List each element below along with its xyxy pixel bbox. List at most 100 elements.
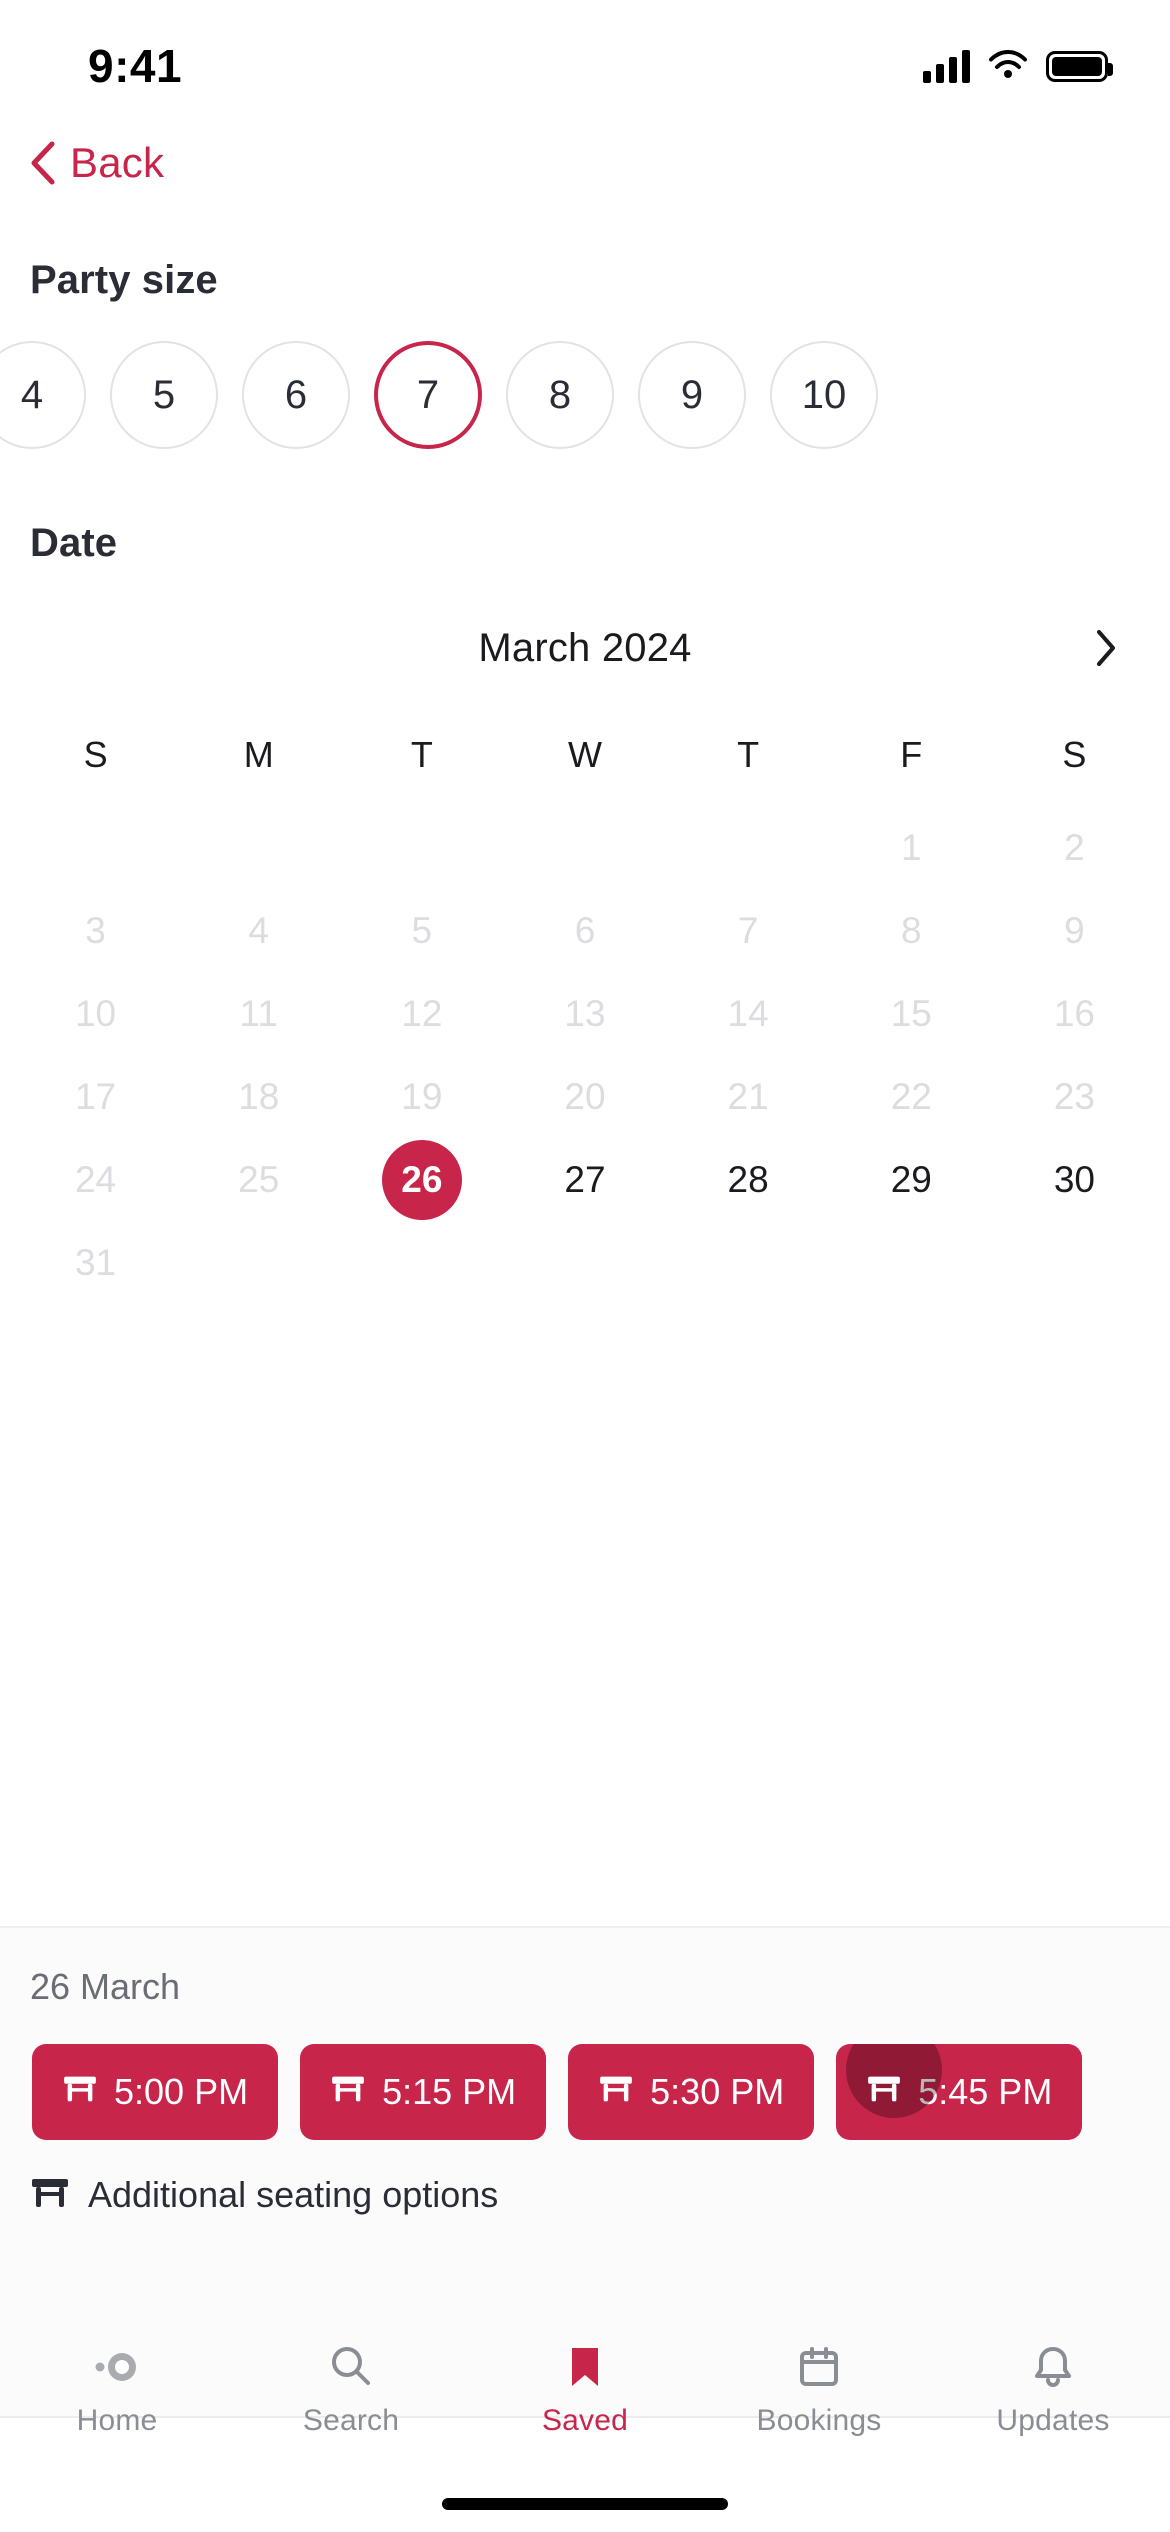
calendar-weekday-row: S M T W T F S (14, 734, 1156, 776)
calendar-day-label: 25 (238, 1158, 280, 1200)
calendar-day-26[interactable]: 26 (340, 1138, 503, 1221)
calendar-day-20: 20 (503, 1055, 666, 1138)
party-size-option-5[interactable]: 5 (110, 341, 218, 449)
back-label: Back (70, 139, 165, 186)
calendar-day-label: 1 (900, 826, 922, 868)
party-size-option-9[interactable]: 9 (638, 341, 746, 449)
tab-home[interactable]: Home (0, 2340, 234, 2438)
bottom-tab-bar: Home Search Saved Bookings Updates (0, 2347, 1170, 2532)
calendar-day-9: 9 (993, 889, 1156, 972)
calendar-day-15: 15 (830, 972, 993, 1055)
time-slot-button[interactable]: 5:15 PM (300, 2044, 547, 2140)
party-size-option-7[interactable]: 7 (374, 341, 482, 449)
weekday-label: W (568, 734, 602, 775)
calendar-day-label (56, 808, 136, 888)
calendar-day-empty (340, 1221, 503, 1304)
calendar-day-label: 16 (1053, 992, 1095, 1034)
calendar-day-30[interactable]: 30 (993, 1138, 1156, 1221)
wifi-icon (988, 48, 1028, 85)
time-slot-list: 5:00 PM 5:15 PM 5:30 PM 5:45 PM (0, 2044, 1170, 2140)
time-slot-button[interactable]: 5:45 PM (836, 2044, 1083, 2140)
calendar-day-label: 8 (900, 909, 922, 951)
tab-bookings[interactable]: Bookings (702, 2340, 936, 2438)
calendar-day-label: 19 (401, 1075, 443, 1117)
chevron-left-icon (26, 140, 60, 186)
calendar-day-label: 5 (411, 909, 433, 951)
calendar-header: March 2024 (14, 592, 1156, 704)
battery-full-icon (1046, 50, 1113, 82)
calendar-day-empty (177, 806, 340, 889)
calendar-day-label: 23 (1053, 1075, 1095, 1117)
additional-seating-label: Additional seating options (88, 2174, 499, 2215)
tab-label-home: Home (76, 2404, 158, 2437)
calendar-icon (797, 2340, 841, 2394)
tab-saved[interactable]: Saved (468, 2340, 702, 2438)
bookmark-icon (567, 2340, 603, 2394)
calendar-day-label: 3 (85, 909, 106, 951)
calendar-day-empty (667, 806, 830, 889)
calendar-day-label: 9 (1064, 909, 1085, 951)
additional-seating-options-button[interactable]: Additional seating options (30, 2174, 1170, 2216)
calendar-day-5: 5 (340, 889, 503, 972)
calendar-day-16: 16 (993, 972, 1156, 1055)
calendar-day-28[interactable]: 28 (667, 1138, 830, 1221)
calendar-week-row: 31 (14, 1221, 1156, 1304)
calendar-day-label: 14 (727, 992, 769, 1034)
chevron-right-icon (1094, 628, 1118, 668)
calendar-day-label (219, 1223, 299, 1303)
next-month-button[interactable] (1080, 622, 1132, 674)
tab-label-saved: Saved (541, 2404, 629, 2437)
calendar-week-row: 3 4 5 6 7 8 9 (14, 889, 1156, 972)
status-bar: 9:41 (0, 0, 1170, 118)
time-slot-button[interactable]: 5:00 PM (32, 2044, 279, 2140)
party-size-selector[interactable]: 4 5 6 7 8 9 10 (0, 337, 1170, 453)
party-size-option-10[interactable]: 10 (770, 341, 878, 449)
calendar-day-24: 24 (14, 1138, 177, 1221)
party-size-option-8[interactable]: 8 (506, 341, 614, 449)
calendar-day-label: 22 (890, 1075, 932, 1117)
calendar-day-label: 29 (890, 1158, 932, 1200)
calendar-day-1: 1 (830, 806, 993, 889)
calendar-day-12: 12 (340, 972, 503, 1055)
slots-date-label: 26 March (30, 1966, 181, 2007)
table-seating-icon (62, 2071, 98, 2113)
calendar-day-13: 13 (503, 972, 666, 1055)
time-slot-label: 5:30 PM (650, 2071, 785, 2112)
back-button[interactable]: Back (0, 118, 1170, 208)
weekday-label: S (83, 734, 108, 775)
party-size-option-6[interactable]: 6 (242, 341, 350, 449)
tab-updates[interactable]: Updates (936, 2340, 1170, 2438)
calendar-day-empty (993, 1221, 1156, 1304)
calendar-day-3: 3 (14, 889, 177, 972)
home-icon (92, 2340, 142, 2394)
party-size-option-4[interactable]: 4 (0, 341, 86, 449)
tab-label-updates: Updates (996, 2404, 1110, 2437)
calendar-week-row: 17 18 19 20 21 22 23 (14, 1055, 1156, 1138)
calendar-day-label (708, 1223, 788, 1303)
tab-search[interactable]: Search (234, 2340, 468, 2438)
calendar-day-label: 24 (74, 1158, 117, 1200)
weekday-label: T (737, 734, 760, 775)
calendar-day-empty (177, 1221, 340, 1304)
calendar-day-29[interactable]: 29 (830, 1138, 993, 1221)
calendar-day-empty (340, 806, 503, 889)
calendar-day-label: 21 (727, 1075, 769, 1117)
calendar-week-row: 24 25 26 27 28 29 30 (14, 1138, 1156, 1221)
calendar-day-10: 10 (14, 972, 177, 1055)
calendar-day-27[interactable]: 27 (503, 1138, 666, 1221)
calendar-month-label: March 2024 (478, 625, 692, 670)
calendar-grid: 1 2 3 4 5 6 7 8 9 10 11 12 13 14 15 16 17 18 19 20 21 22 23 24 2… (14, 806, 1156, 1304)
weekday-label: F (900, 734, 923, 775)
calendar-day-label: 6 (574, 909, 596, 951)
weekday-label: T (410, 734, 433, 775)
calendar-day-label: 4 (248, 909, 269, 951)
cellular-signal-icon (923, 49, 970, 83)
table-seating-icon (598, 2071, 634, 2113)
calendar-day-4: 4 (177, 889, 340, 972)
calendar-day-label (382, 1223, 462, 1303)
calendar-day-2: 2 (993, 806, 1156, 889)
calendar-day-empty (667, 1221, 830, 1304)
calendar-day-25: 25 (177, 1138, 340, 1221)
time-slot-button[interactable]: 5:30 PM (568, 2044, 815, 2140)
calendar-day-label: 27 (564, 1158, 606, 1200)
